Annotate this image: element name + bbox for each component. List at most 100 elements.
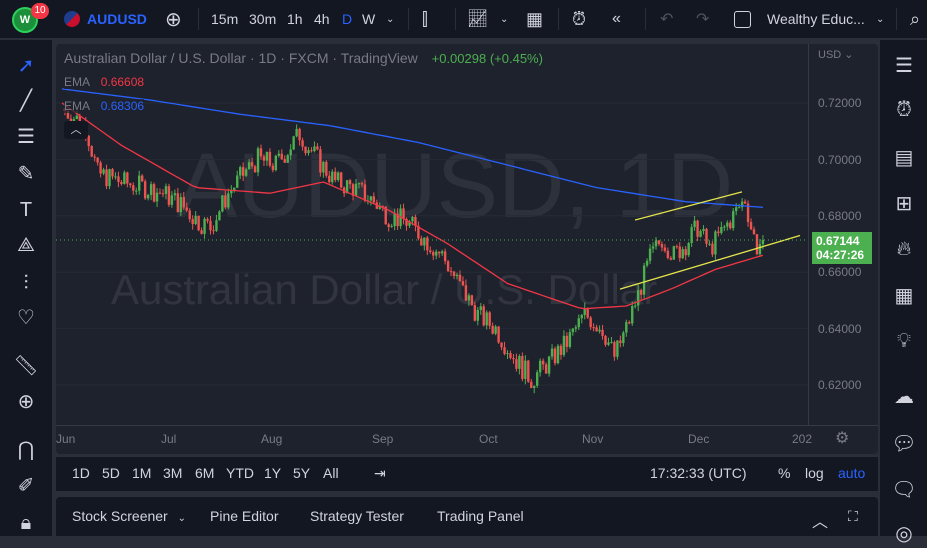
log-toggle[interactable]: log: [805, 465, 824, 481]
ema-legend-1[interactable]: EMA 0.66608: [64, 75, 145, 89]
candle-body: [755, 234, 759, 255]
candle-body: [209, 220, 212, 231]
time-axis[interactable]: [56, 425, 878, 454]
undo-icon[interactable]: ↶: [660, 0, 673, 38]
interval-30m[interactable]: 30m: [249, 0, 276, 38]
interval-w[interactable]: W: [362, 0, 375, 38]
candle-body: [224, 195, 227, 208]
interval-4h[interactable]: 4h: [314, 0, 330, 38]
candle-body: [194, 215, 197, 224]
ruler-icon[interactable]: 📏︎: [13, 353, 39, 379]
range-all[interactable]: All: [323, 465, 339, 481]
lock-icon[interactable]: 🔒︎: [13, 510, 39, 536]
text-icon[interactable]: T: [13, 197, 39, 223]
range-5d[interactable]: 5D: [102, 465, 120, 481]
range-1m[interactable]: 1M: [132, 465, 151, 481]
candle-body: [631, 305, 634, 324]
range-1d[interactable]: 1D: [72, 465, 90, 481]
candle-body: [167, 186, 171, 205]
templates-icon[interactable]: ▦: [526, 0, 543, 38]
price-chart[interactable]: [56, 44, 808, 425]
chats-icon[interactable]: 💬︎: [890, 430, 918, 458]
tab-pine-editor[interactable]: Pine Editor: [210, 508, 278, 524]
candle-body: [473, 305, 477, 321]
search-icon[interactable]: ⌕: [910, 0, 920, 38]
candle-body: [729, 222, 732, 229]
range-6m[interactable]: 6M: [195, 465, 214, 481]
candle-body: [390, 226, 393, 228]
lock-drawing-icon[interactable]: ✐: [13, 473, 39, 499]
zoom-in-icon[interactable]: ⊕: [13, 389, 39, 415]
help-icon[interactable]: ◎: [890, 520, 918, 548]
chart-pane[interactable]: AUDUSD, 1D Australian Dollar / U.S. Doll…: [56, 44, 878, 454]
news-icon[interactable]: ▤: [890, 144, 918, 172]
percent-toggle[interactable]: %: [778, 465, 790, 481]
utc-clock[interactable]: 17:32:33 (UTC): [650, 465, 746, 481]
candle-body: [639, 290, 643, 295]
legend-title[interactable]: Australian Dollar / U.S. Dollar · 1D · F…: [64, 50, 418, 66]
prediction-icon[interactable]: ⫶: [13, 270, 39, 296]
candle-body: [678, 246, 681, 259]
interval-15m[interactable]: 15m: [211, 0, 238, 38]
goto-date-icon[interactable]: ⇥: [374, 465, 386, 482]
interval-chevron-down-icon[interactable]: ⌄: [386, 0, 394, 38]
ema-legend-2[interactable]: EMA 0.68306: [64, 99, 145, 113]
indicators-chevron-icon[interactable]: ⌄: [500, 0, 508, 38]
tab-strategy-tester[interactable]: Strategy Tester: [310, 508, 404, 524]
range-ytd[interactable]: YTD: [226, 465, 254, 481]
candle-body: [432, 252, 435, 256]
hotlist-flame-icon[interactable]: 🔥︎: [890, 235, 918, 263]
heart-icon[interactable]: ♡: [13, 305, 39, 331]
collapse-panel-icon[interactable]: ︿: [812, 508, 828, 532]
candle-body: [518, 356, 521, 369]
tab-stock-screener[interactable]: Stock Screener ⌄: [72, 508, 186, 524]
layout-name[interactable]: Wealthy Educ...: [767, 0, 865, 38]
candle-body: [562, 335, 566, 355]
layout-checkbox[interactable]: [734, 0, 751, 38]
alerts-clock-icon[interactable]: ⏰︎: [890, 96, 918, 124]
watchlist-icon[interactable]: ☰: [890, 52, 918, 80]
add-list-icon[interactable]: ⊞: [890, 190, 918, 218]
candle-body: [479, 306, 482, 310]
interval-d[interactable]: D: [342, 0, 352, 38]
compare-add-icon[interactable]: ⊕: [165, 0, 182, 38]
candle-body: [176, 193, 180, 213]
range-1y[interactable]: 1Y: [264, 465, 281, 481]
interval-1h[interactable]: 1h: [287, 0, 303, 38]
currency-selector[interactable]: USD ⌄: [818, 48, 854, 61]
calendar-icon[interactable]: ▦: [890, 282, 918, 310]
candles-icon[interactable]: ⫿: [422, 0, 428, 38]
candle-body: [369, 196, 373, 201]
messages-icon[interactable]: 🗨︎: [890, 476, 918, 504]
replay-icon[interactable]: «: [612, 0, 621, 38]
indicators-icon[interactable]: 📈︎: [467, 0, 489, 38]
candle-body: [206, 218, 209, 221]
notification-badge: 10: [31, 3, 49, 19]
brush-icon[interactable]: ✎: [13, 161, 39, 187]
candle-body: [642, 265, 646, 295]
pattern-icon[interactable]: ⟁: [13, 232, 39, 258]
cursor-icon[interactable]: ➚: [13, 53, 39, 79]
layout-chevron-icon[interactable]: ⌄: [876, 0, 884, 38]
price-label: 0.64000: [818, 322, 862, 336]
symbol-search[interactable]: AUDUSD: [64, 0, 147, 38]
fib-icon[interactable]: ☰: [13, 124, 39, 150]
cloud-icon[interactable]: ☁: [890, 383, 918, 411]
maximize-panel-icon[interactable]: ⛶: [848, 508, 858, 525]
candle-body: [191, 219, 194, 224]
redo-icon[interactable]: ↷: [696, 0, 709, 38]
auto-toggle[interactable]: auto: [838, 465, 865, 481]
range-5y[interactable]: 5Y: [293, 465, 310, 481]
collapse-legend-button[interactable]: ︿: [64, 121, 88, 139]
tab-trading-panel[interactable]: Trading Panel: [437, 508, 524, 524]
candle-body: [681, 249, 684, 259]
candle-body: [387, 224, 390, 227]
alert-icon[interactable]: ⏰︎: [572, 0, 586, 38]
ideas-bulb-icon[interactable]: 💡︎: [890, 327, 918, 355]
candle-body: [536, 372, 539, 386]
range-3m[interactable]: 3M: [163, 465, 182, 481]
candle-body: [286, 155, 289, 163]
trendline-icon[interactable]: ╱: [13, 88, 39, 114]
magnet-icon[interactable]: ⋂: [13, 437, 39, 463]
chart-settings-gear-icon[interactable]: ⚙: [835, 428, 849, 448]
